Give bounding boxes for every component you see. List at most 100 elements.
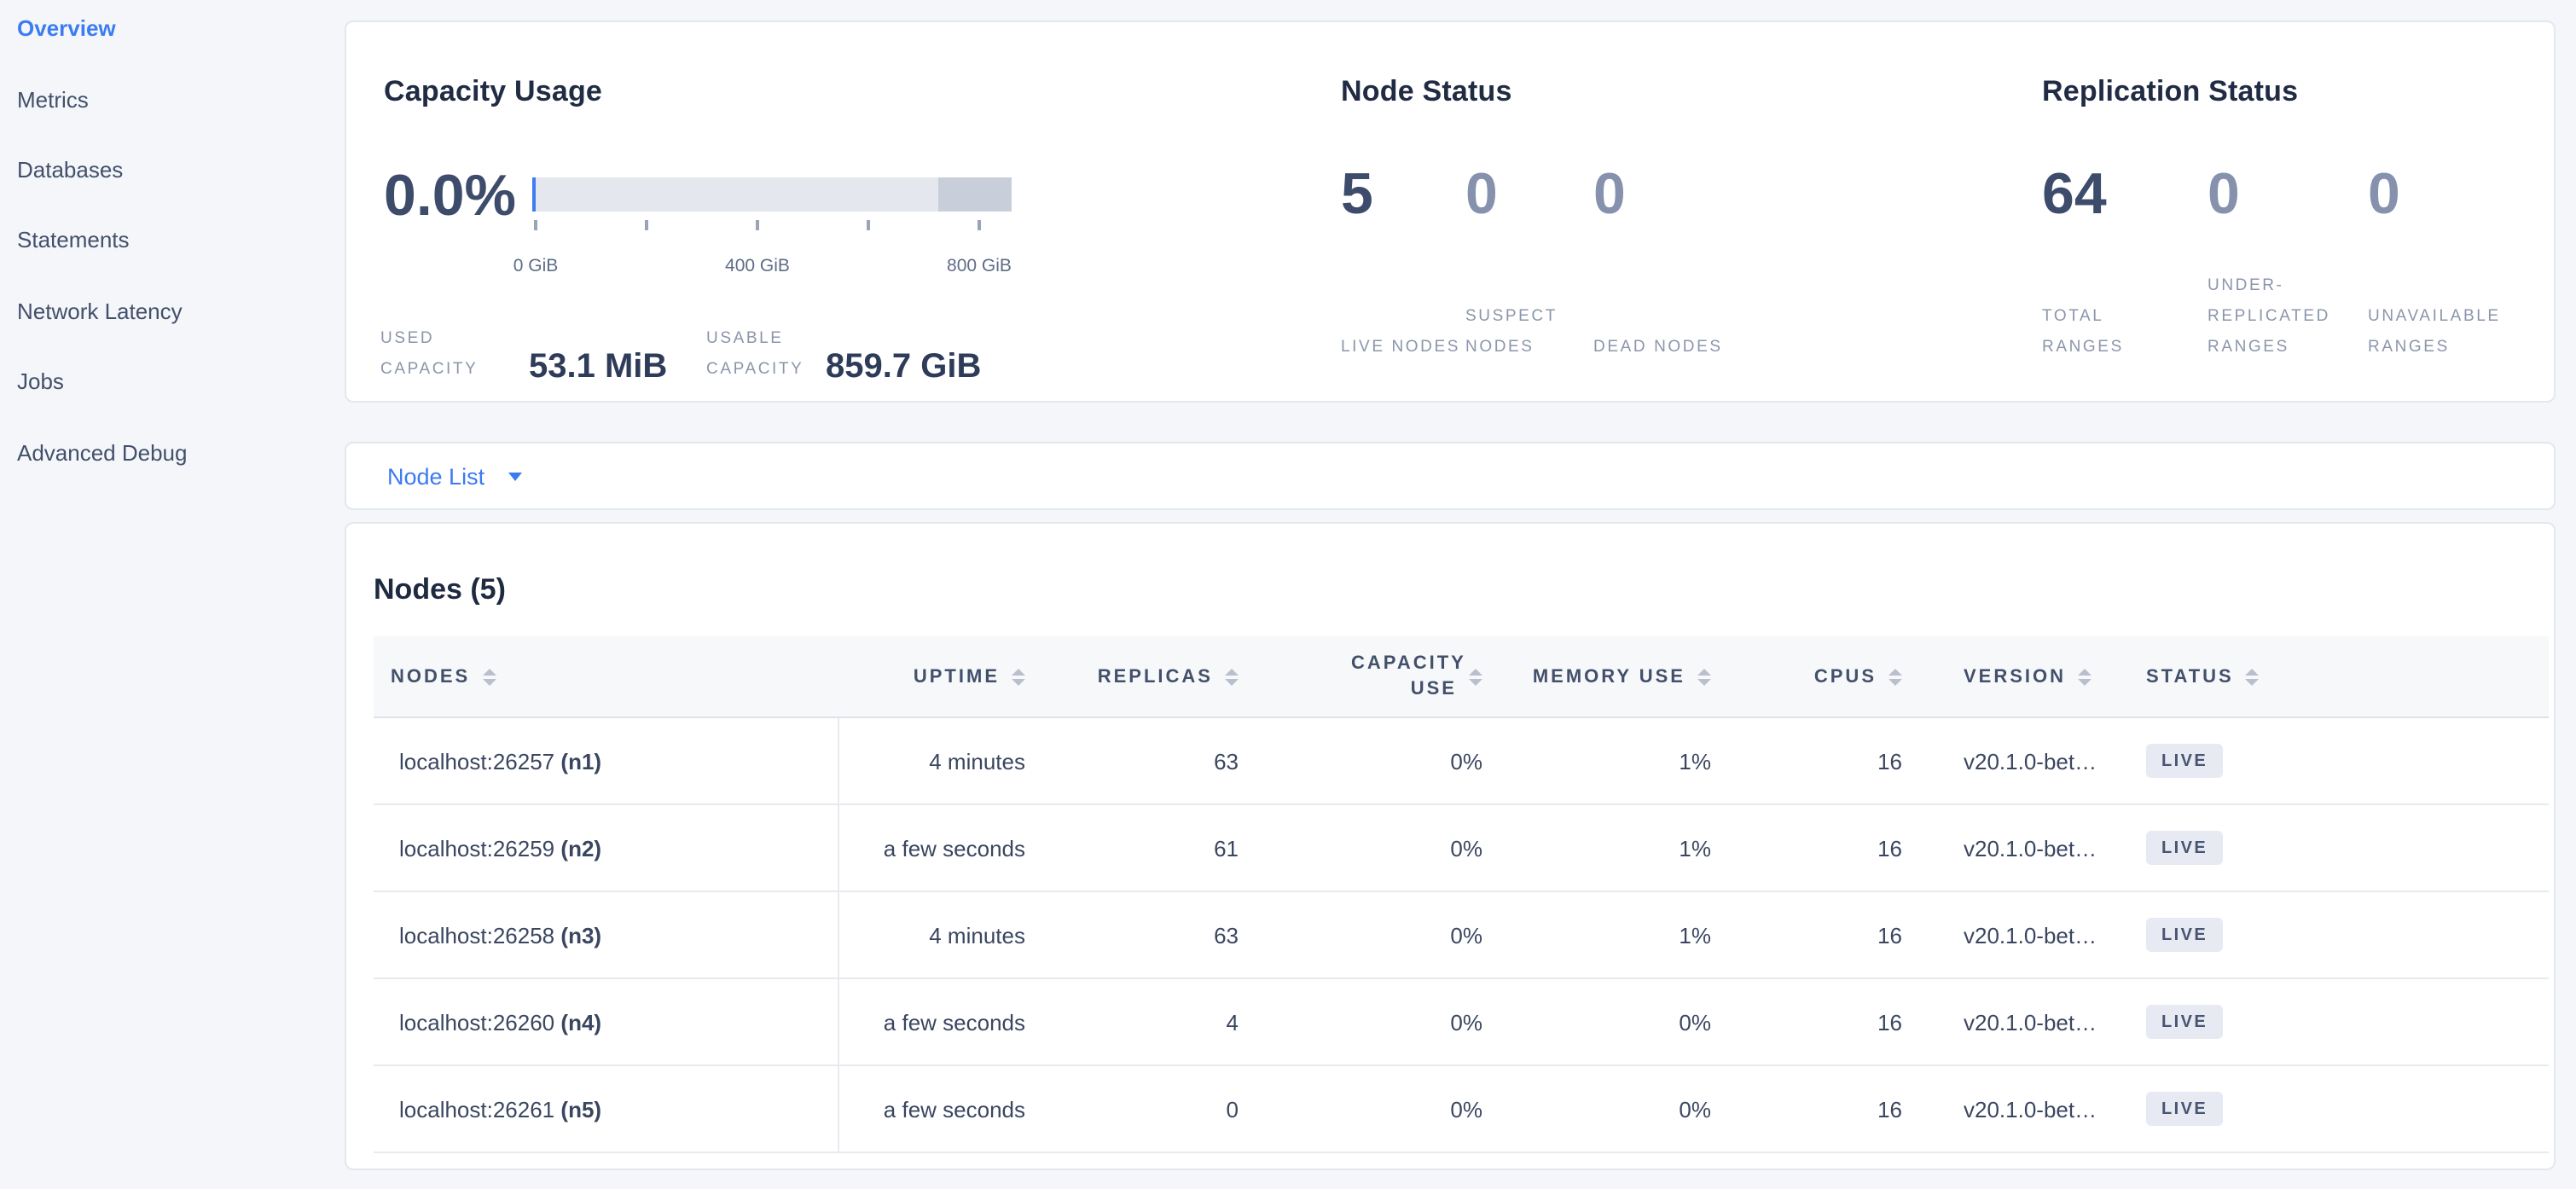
capacity-use-cell: 0% [1252, 1065, 1496, 1152]
stat-label: UNDER-REPLICATED RANGES [2208, 271, 2344, 363]
used-capacity-value: 53.1 MiB [529, 348, 667, 387]
replicas-cell: 63 [1039, 717, 1252, 804]
column-header-capacity-use[interactable]: CAPACITY USE [1252, 636, 1496, 717]
replicas-cell: 63 [1039, 891, 1252, 978]
sort-arrows-icon [1469, 668, 1482, 685]
sidebar-item-label: Metrics [17, 86, 89, 112]
table-row: localhost:26258 (n3) 4 minutes 63 0% 1% … [374, 891, 2549, 978]
column-header-cpus[interactable]: CPUS [1725, 636, 1916, 717]
sort-arrows-icon [1012, 668, 1025, 685]
column-header-label: UPTIME [914, 666, 1000, 687]
capacity-use-cell: 0% [1252, 804, 1496, 891]
capacity-bar-other-segment [938, 177, 1012, 212]
column-header-memory-use[interactable]: MEMORY USE [1496, 636, 1725, 717]
memory-use-cell: 0% [1496, 1065, 1725, 1152]
axis-tick-label: 0 GiB [513, 256, 559, 276]
stat-value: 0 [2368, 164, 2573, 225]
summary-stat: 0 DEAD NODES [1593, 164, 1747, 363]
node-link[interactable]: localhost:26261 [399, 1096, 554, 1122]
version-cell: v20.1.0-bet… [1916, 978, 2134, 1065]
sidebar-item-label: Advanced Debug [17, 439, 188, 465]
uptime-cell: 4 minutes [838, 891, 1039, 978]
cluster-summary-card: Capacity Usage 0.0% 0 GiB [345, 20, 2556, 403]
sidebar: Overview Metrics DatabasesStatementsNetwor… [0, 0, 345, 1189]
axis-tick-label: 800 GiB [947, 256, 1012, 276]
node-status-stats: 5 LIVE NODES 0 SUSPECT NODES 0 DEAD NODE… [1341, 164, 1747, 363]
capacity-axis-labels: 0 GiB 400 GiB 800 GiB [532, 256, 1012, 278]
sidebar-item-label: Overview [17, 15, 116, 41]
sidebar-item[interactable]: Jobs [0, 346, 345, 417]
replicas-cell: 61 [1039, 804, 1252, 891]
capacity-bar-used-segment [532, 177, 536, 212]
cpus-cell: 16 [1725, 891, 1916, 978]
status-cell: LIVE [2134, 717, 2549, 804]
memory-use-cell: 1% [1496, 717, 1725, 804]
summary-stat: 0 UNAVAILABLE RANGES [2368, 164, 2573, 363]
node-id: (n1) [560, 748, 601, 774]
status-cell: LIVE [2134, 891, 2549, 978]
capacity-used-percent: 0.0% [384, 165, 516, 227]
sidebar-item[interactable]: Statements [0, 205, 345, 276]
stat-value: 0 [1465, 164, 1593, 225]
node-link[interactable]: localhost:26258 [399, 922, 554, 948]
nodes-table-title: Nodes (5) [374, 573, 506, 607]
node-list-dropdown[interactable]: Node List [346, 444, 522, 508]
axis-tick [867, 220, 869, 230]
stat-value: 64 [2042, 164, 2208, 225]
memory-use-cell: 1% [1496, 804, 1725, 891]
sidebar-item[interactable]: Overview [0, 0, 345, 64]
replication-status-stats: 64 TOTAL RANGES 0 UNDER-REPLICATED RANGE… [2042, 164, 2573, 363]
column-header-label: VERSION [1964, 666, 2066, 687]
column-header-nodes[interactable]: NODES [374, 636, 838, 717]
main-content: Capacity Usage 0.0% 0 GiB [345, 0, 2556, 1189]
node-id: (n4) [560, 1009, 601, 1035]
summary-stat: 0 UNDER-REPLICATED RANGES [2208, 164, 2368, 363]
sort-arrows-icon [1697, 668, 1711, 685]
capacity-use-cell: 0% [1252, 978, 1496, 1065]
node-address-cell: localhost:26258 (n3) [374, 891, 838, 978]
memory-use-cell: 1% [1496, 891, 1725, 978]
usable-capacity-value: 859.7 GiB [826, 348, 981, 387]
status-cell: LIVE [2134, 978, 2549, 1065]
sidebar-item[interactable]: Advanced Debug [0, 417, 345, 488]
stat-label: LIVE NODES [1341, 333, 1465, 363]
sidebar-item-label: Jobs [17, 368, 64, 394]
summary-stat: 0 SUSPECT NODES [1465, 164, 1593, 363]
uptime-cell: a few seconds [838, 978, 1039, 1065]
column-header-label: MEMORY USE [1533, 666, 1685, 687]
node-list-dropdown-card: Node List [345, 442, 2556, 510]
capacity-usage-title: Capacity Usage [384, 75, 602, 109]
stat-label: SUSPECT NODES [1465, 302, 1593, 363]
stat-value: 5 [1341, 164, 1465, 225]
sidebar-item[interactable]: Databases [0, 135, 345, 206]
node-id: (n2) [560, 835, 601, 861]
summary-stat: 64 TOTAL RANGES [2042, 164, 2208, 363]
sort-arrows-icon [2078, 668, 2092, 685]
node-link[interactable]: localhost:26259 [399, 835, 554, 861]
sidebar-item[interactable]: Metrics [0, 64, 345, 135]
sidebar-item[interactable]: Network Latency [0, 276, 345, 346]
chevron-down-icon [508, 472, 522, 480]
nodes-table: NODES UPTIME REPLICAS CAPACITY USE MEMOR… [374, 636, 2549, 1153]
version-cell: v20.1.0-bet… [1916, 1065, 2134, 1152]
node-list-dropdown-label: Node List [387, 463, 484, 489]
column-header-replicas[interactable]: REPLICAS [1039, 636, 1252, 717]
stat-value: 0 [2208, 164, 2368, 225]
summary-stat: 5 LIVE NODES [1341, 164, 1465, 363]
table-row: localhost:26259 (n2) a few seconds 61 0%… [374, 804, 2549, 891]
column-header-uptime[interactable]: UPTIME [838, 636, 1039, 717]
axis-tick-label: 400 GiB [725, 256, 790, 276]
column-header-status[interactable]: STATUS [2134, 636, 2549, 717]
version-cell: v20.1.0-bet… [1916, 804, 2134, 891]
status-badge: LIVE [2146, 1005, 2223, 1039]
capacity-use-cell: 0% [1252, 891, 1496, 978]
column-header-label: CAPACITY USE [1351, 651, 1457, 702]
used-capacity-label: USED CAPACITY [380, 324, 524, 386]
status-badge: LIVE [2146, 744, 2223, 778]
column-header-label: CPUS [1814, 666, 1877, 687]
cpus-cell: 16 [1725, 978, 1916, 1065]
node-link[interactable]: localhost:26260 [399, 1009, 554, 1035]
table-row: localhost:26260 (n4) a few seconds 4 0% … [374, 978, 2549, 1065]
column-header-version[interactable]: VERSION [1916, 636, 2134, 717]
node-link[interactable]: localhost:26257 [399, 748, 554, 774]
